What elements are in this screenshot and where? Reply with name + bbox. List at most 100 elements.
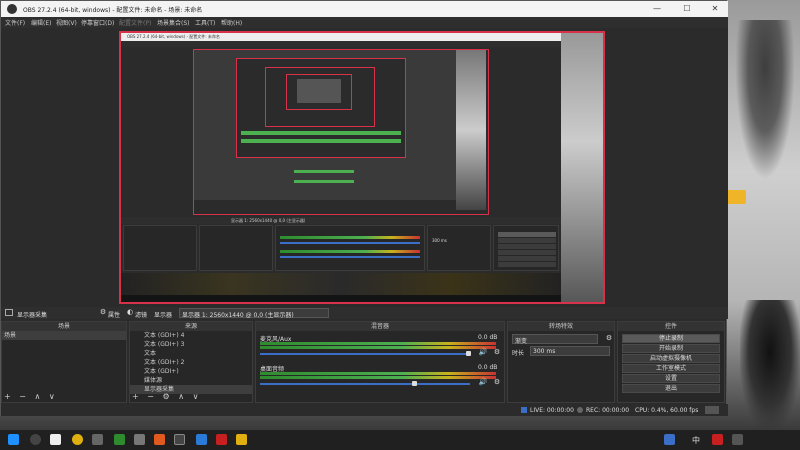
nested-meter bbox=[241, 131, 401, 135]
settings-button[interactable]: 设置 bbox=[622, 374, 720, 383]
source-item[interactable]: 文本 (GDI+) 4 bbox=[130, 331, 252, 340]
duration-input[interactable]: 300 ms bbox=[530, 346, 610, 356]
tray-icon[interactable] bbox=[712, 434, 723, 445]
move-down-icon[interactable]: ∨ bbox=[49, 392, 55, 401]
filters-button[interactable]: 滤镜 bbox=[135, 310, 147, 319]
nested-preview-3 bbox=[265, 67, 375, 127]
nested-title-bar: OBS 27.2.4 (64-bit, windows) - 配置文件: 未命名 bbox=[121, 33, 561, 41]
start-recording-button[interactable]: 开始录制 bbox=[622, 344, 720, 353]
nested-meter bbox=[280, 236, 420, 239]
controls-dock: 控件 停止录制 开始录制 启动虚拟摄像机 工作室模式 设置 退出 bbox=[617, 321, 725, 403]
volume-knob[interactable] bbox=[412, 381, 417, 386]
preview-canvas[interactable]: OBS 27.2.4 (64-bit, windows) - 配置文件: 未命名 bbox=[119, 31, 605, 304]
speaker-icon[interactable]: 🔊 bbox=[478, 348, 488, 357]
transition-select[interactable]: 渐变 bbox=[512, 334, 598, 345]
nested-control-button bbox=[498, 262, 556, 267]
gear-icon[interactable]: ⚙ bbox=[604, 334, 614, 343]
add-source-button[interactable]: + bbox=[132, 392, 139, 401]
palm-tree-graphic bbox=[735, 20, 795, 180]
speaker-icon[interactable]: 🔊 bbox=[478, 378, 488, 387]
app-icon[interactable] bbox=[134, 434, 145, 445]
windows-start-icon[interactable] bbox=[8, 434, 19, 445]
menu-view[interactable]: 视图(V) bbox=[56, 18, 77, 27]
shield-icon[interactable] bbox=[664, 434, 675, 445]
volume-knob[interactable] bbox=[466, 351, 471, 356]
source-item[interactable]: 文本 (GDI+) 3 bbox=[130, 340, 252, 349]
desktop-folder-icon[interactable] bbox=[726, 190, 746, 204]
xbox-icon[interactable] bbox=[114, 434, 125, 445]
file-explorer-icon[interactable] bbox=[50, 434, 61, 445]
virtual-camera-button[interactable]: 启动虚拟摄像机 bbox=[622, 354, 720, 363]
menu-profile[interactable]: 配置文件(P) bbox=[119, 18, 151, 27]
preview-wallpaper bbox=[561, 33, 603, 302]
nested-scenes-dock bbox=[123, 225, 197, 271]
stop-recording-button[interactable]: 停止录制 bbox=[622, 334, 720, 343]
app-icon-3[interactable] bbox=[196, 434, 207, 445]
remove-scene-button[interactable]: − bbox=[19, 392, 26, 401]
source-item[interactable]: 文本 (GDI+) bbox=[130, 367, 252, 376]
remove-source-button[interactable]: − bbox=[147, 392, 154, 401]
close-button[interactable]: ✕ bbox=[709, 4, 721, 14]
source-item[interactable]: 文本 (GDI+) 2 bbox=[130, 358, 252, 367]
nested-meter bbox=[241, 139, 401, 143]
menu-bar: 文件(F) 编辑(E) 视图(V) 停靠窗口(D) 配置文件(P) 场景集合(S… bbox=[1, 17, 728, 28]
menu-help[interactable]: 帮助(H) bbox=[221, 18, 242, 27]
cpu-fps: CPU: 0.4%, 60.00 fps bbox=[635, 407, 699, 414]
volume-slider[interactable] bbox=[260, 353, 470, 355]
properties-button[interactable]: 属性 bbox=[108, 310, 120, 319]
night-icon[interactable] bbox=[72, 434, 83, 445]
window-title: OBS 27.2.4 (64-bit, windows) - 配置文件: 未命名… bbox=[23, 7, 203, 14]
source-item[interactable]: 文本 bbox=[130, 349, 252, 358]
source-item[interactable]: 媒体源 bbox=[130, 376, 252, 385]
network-icon[interactable] bbox=[732, 434, 743, 445]
menu-tools[interactable]: 工具(T) bbox=[195, 18, 215, 27]
nested-controls-dock bbox=[493, 225, 559, 271]
nested-preview bbox=[193, 49, 489, 215]
menu-docks[interactable]: 停靠窗口(D) bbox=[81, 18, 114, 27]
source-name-label: 显示器采集 bbox=[17, 312, 48, 319]
app-icon-4[interactable] bbox=[216, 434, 227, 445]
nested-meter bbox=[294, 170, 354, 173]
scenes-dock: 场景 场景 + − ∧ ∨ bbox=[1, 321, 127, 403]
duration-label: 时长 bbox=[512, 350, 525, 357]
rec-indicator-icon bbox=[577, 407, 583, 413]
exit-button[interactable]: 退出 bbox=[622, 384, 720, 393]
display-select-value: 显示器 1: 2560x1440 @ 0,0 (主显示器) bbox=[182, 312, 294, 319]
obs-icon[interactable] bbox=[92, 434, 103, 445]
gear-icon[interactable]: ⚙ bbox=[492, 378, 502, 387]
duration-value: 300 ms bbox=[533, 348, 556, 355]
source-settings-icon[interactable]: ⚙ bbox=[163, 392, 170, 401]
maximize-button[interactable]: ☐ bbox=[681, 4, 693, 14]
menu-scene-collection[interactable]: 场景集合(S) bbox=[157, 18, 190, 27]
add-scene-button[interactable]: + bbox=[4, 392, 11, 401]
nested-source-bar: 显示器 1: 2560x1440 @ 0,0 (主显示器) bbox=[121, 217, 561, 224]
resize-grip[interactable] bbox=[705, 406, 719, 414]
source-toolbar: 显示器采集 ⚙ 属性 ◐ 滤镜 显示器 显示器 1: 2560x1440 @ 0… bbox=[1, 307, 728, 319]
controls-title: 控件 bbox=[618, 322, 724, 331]
live-time: LIVE: 00:00:00 bbox=[530, 407, 574, 414]
obs-active-icon[interactable] bbox=[174, 434, 185, 445]
nested-mixer-dock bbox=[275, 225, 425, 271]
sources-title: 来源 bbox=[130, 322, 252, 331]
ime-indicator[interactable]: 中 bbox=[692, 435, 700, 446]
move-down-icon[interactable]: ∨ bbox=[193, 392, 199, 401]
gear-icon[interactable]: ⚙ bbox=[492, 348, 502, 357]
scene-item[interactable]: 场景 bbox=[2, 331, 126, 340]
nested-preview-4 bbox=[286, 74, 352, 110]
app-icon-2[interactable] bbox=[154, 434, 165, 445]
menu-edit[interactable]: 编辑(E) bbox=[31, 18, 51, 27]
display-select[interactable]: 显示器 1: 2560x1440 @ 0,0 (主显示器) bbox=[179, 308, 329, 319]
menu-file[interactable]: 文件(F) bbox=[5, 18, 25, 27]
gear-icon: ⚙ bbox=[99, 308, 107, 316]
search-icon[interactable] bbox=[30, 434, 41, 445]
minimize-button[interactable]: — bbox=[651, 4, 663, 14]
move-up-icon[interactable]: ∧ bbox=[178, 392, 184, 401]
app-icon-5[interactable] bbox=[236, 434, 247, 445]
studio-mode-button[interactable]: 工作室模式 bbox=[622, 364, 720, 373]
rec-time: REC: 00:00:00 bbox=[586, 407, 630, 414]
live-indicator-icon bbox=[521, 407, 527, 413]
obs-window: OBS 27.2.4 (64-bit, windows) - 配置文件: 未命名… bbox=[0, 0, 728, 416]
move-up-icon[interactable]: ∧ bbox=[35, 392, 41, 401]
volume-slider[interactable] bbox=[260, 383, 470, 385]
track-db: 0.0 dB bbox=[478, 334, 498, 341]
